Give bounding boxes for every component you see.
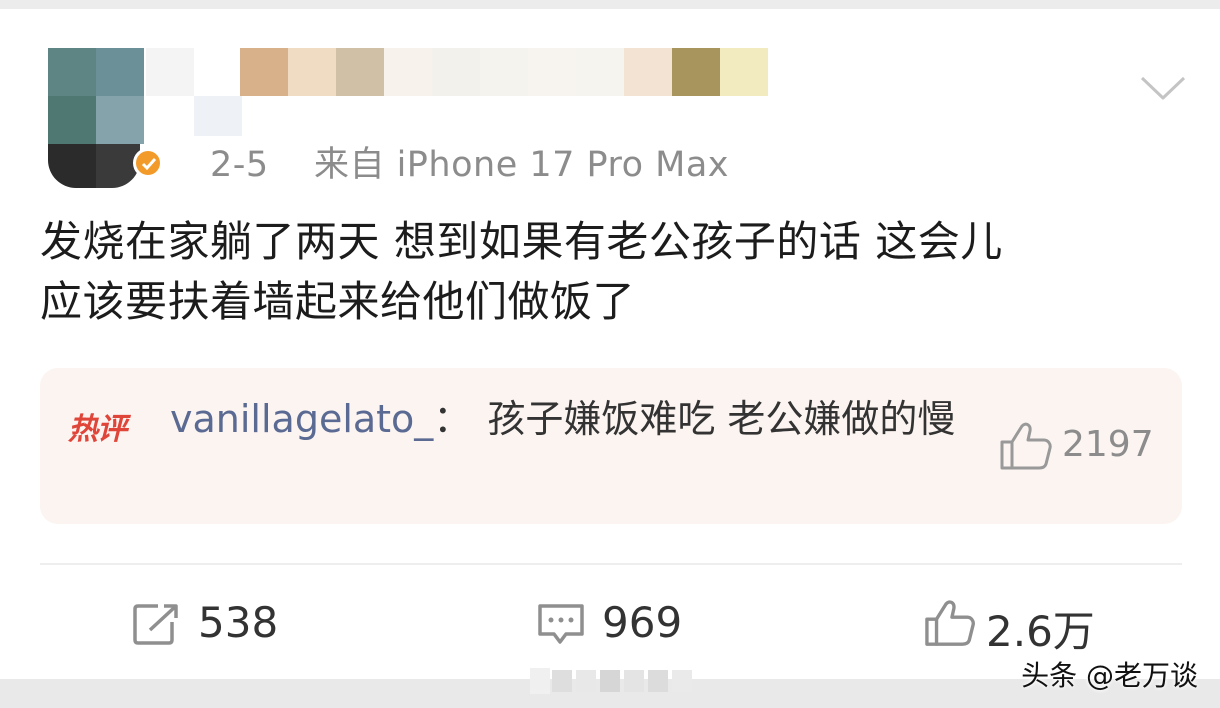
top-gap	[0, 0, 1220, 9]
blurred-artifact	[530, 668, 695, 694]
hot-comment-text: vanillagelato_： 孩子嫌饭难吃 老公嫌做的慢	[170, 396, 970, 442]
thumbs-up-icon[interactable]	[922, 598, 978, 652]
hot-comment-separator: ：	[433, 397, 472, 441]
hot-comment-likes: 2197	[1062, 424, 1154, 465]
comment-count[interactable]: 969	[602, 598, 682, 647]
thumbs-up-icon[interactable]	[998, 420, 1058, 472]
post-source: 来自 iPhone 17 Pro Max	[313, 145, 730, 185]
post-date: 2-5	[210, 145, 269, 185]
chevron-down-icon[interactable]	[1138, 70, 1188, 104]
weibo-post-card	[0, 9, 1220, 679]
post-text: 发烧在家躺了两天 想到如果有老公孩子的话 这会儿 应该要扶着墙起来给他们做饭了	[40, 212, 1180, 332]
comment-icon[interactable]	[536, 602, 586, 650]
hot-comment-username[interactable]: vanillagelato_	[170, 397, 433, 441]
like-count[interactable]: 2.6万	[986, 598, 1095, 659]
watermark: 头条 @老万谈	[1021, 659, 1198, 692]
avatar[interactable]	[48, 48, 144, 188]
post-text-line: 应该要扶着墙起来给他们做饭了	[40, 277, 636, 326]
post-meta: 2-5 来自 iPhone 17 Pro Max	[210, 136, 729, 185]
divider	[40, 563, 1182, 565]
verified-badge-icon	[133, 148, 163, 178]
repost-count[interactable]: 538	[198, 598, 278, 647]
repost-icon[interactable]	[132, 602, 180, 650]
hot-comment-tag: 热评	[68, 412, 127, 447]
post-text-line: 发烧在家躺了两天 想到如果有老公孩子的话 这会儿	[40, 217, 1003, 266]
hot-comment[interactable]: 热评 vanillagelato_： 孩子嫌饭难吃 老公嫌做的慢 2197	[40, 368, 1182, 524]
username-obscured[interactable]	[146, 48, 786, 136]
hot-comment-content: 孩子嫌饭难吃 老公嫌做的慢	[487, 397, 956, 441]
